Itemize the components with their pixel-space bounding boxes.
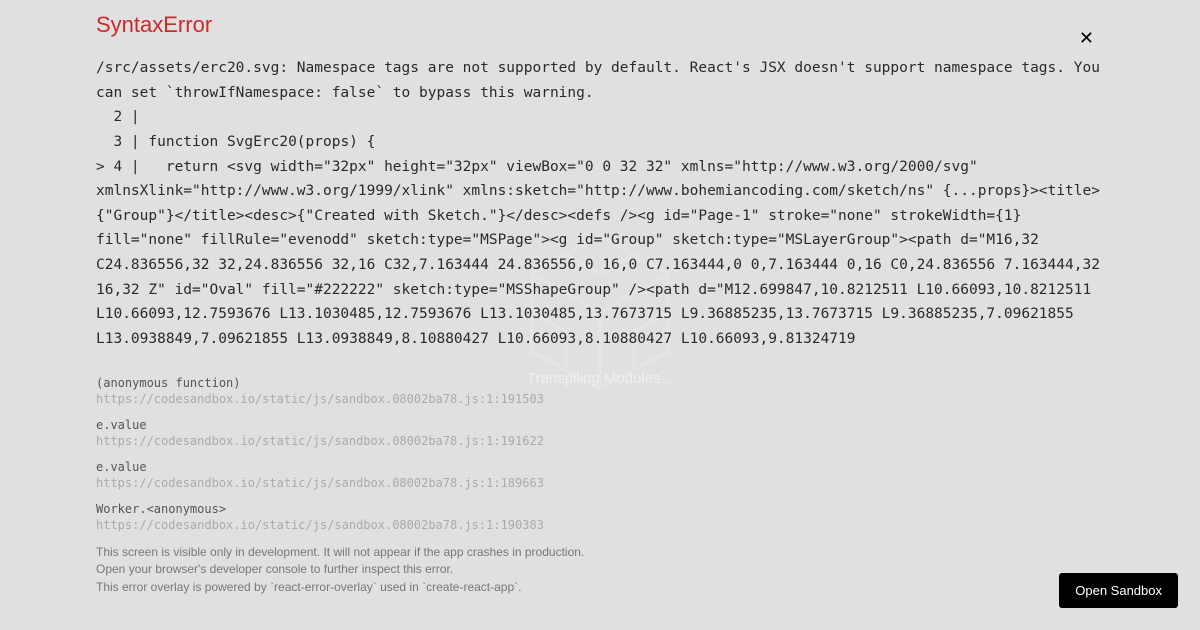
frame-name: e.value: [96, 418, 1104, 432]
stack-frame: Worker.<anonymous> https://codesandbox.i…: [96, 502, 1104, 532]
stack-trace: (anonymous function) https://codesandbox…: [96, 376, 1104, 532]
footer-line: Open your browser's developer console to…: [96, 561, 1104, 578]
frame-location: https://codesandbox.io/static/js/sandbox…: [96, 392, 1104, 406]
stack-frame: e.value https://codesandbox.io/static/js…: [96, 460, 1104, 490]
frame-location: https://codesandbox.io/static/js/sandbox…: [96, 434, 1104, 448]
frame-location: https://codesandbox.io/static/js/sandbox…: [96, 476, 1104, 490]
footer-line: This screen is visible only in developme…: [96, 544, 1104, 561]
frame-name: Worker.<anonymous>: [96, 502, 1104, 516]
frame-location: https://codesandbox.io/static/js/sandbox…: [96, 518, 1104, 532]
error-title: SyntaxError: [96, 12, 1104, 38]
open-sandbox-button[interactable]: Open Sandbox: [1059, 573, 1178, 608]
footer-line: This error overlay is powered by `react-…: [96, 579, 1104, 596]
frame-name: (anonymous function): [96, 376, 1104, 390]
footer-notes: This screen is visible only in developme…: [96, 544, 1104, 596]
error-message: /src/assets/erc20.svg: Namespace tags ar…: [96, 56, 1104, 352]
stack-frame: e.value https://codesandbox.io/static/js…: [96, 418, 1104, 448]
close-icon[interactable]: ✕: [1079, 28, 1094, 49]
frame-name: e.value: [96, 460, 1104, 474]
error-overlay: ✕ SyntaxError /src/assets/erc20.svg: Nam…: [96, 12, 1104, 630]
stack-frame: (anonymous function) https://codesandbox…: [96, 376, 1104, 406]
